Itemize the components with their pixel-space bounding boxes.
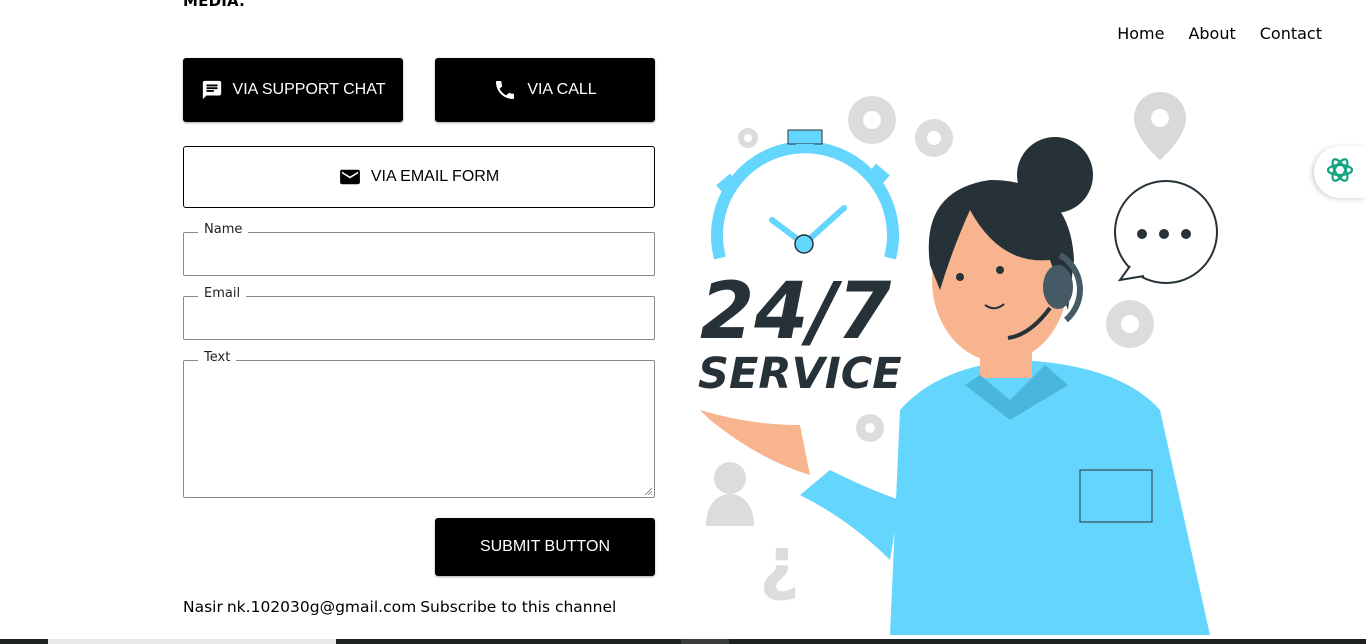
nav-about[interactable]: About — [1188, 24, 1235, 43]
top-nav: Home About Contact — [1117, 24, 1322, 43]
nav-contact[interactable]: Contact — [1260, 24, 1322, 43]
footer-email[interactable]: nk.102030g@gmail.com — [227, 598, 416, 616]
footer-name: Nasir — [183, 598, 223, 616]
support-illustration: 24/7 SERVICE ? — [698, 92, 1218, 635]
resize-grip-icon[interactable] — [644, 487, 652, 495]
phone-icon — [493, 78, 517, 102]
support-chat-label: VIA SUPPORT CHAT — [232, 81, 386, 98]
text-label: Text — [198, 350, 237, 365]
submit-label: SUBMIT BUTTON — [479, 538, 611, 555]
email-input[interactable] — [184, 297, 654, 339]
stopwatch-icon — [711, 129, 899, 260]
assistant-widget-button[interactable] — [1314, 146, 1366, 198]
text-input[interactable] — [184, 361, 654, 497]
top-heading-fragment: MEDIA. — [183, 0, 245, 10]
mail-icon — [339, 168, 361, 186]
user-silhouette-icon — [706, 462, 754, 526]
text-field: Text — [183, 350, 655, 498]
bottom-taskbar-strip — [0, 639, 1366, 644]
chat-icon — [201, 79, 223, 101]
name-field: Name — [183, 222, 655, 276]
footer-line: Nasir nk.102030g@gmail.com Subscribe to th… — [183, 598, 620, 616]
call-button[interactable]: VIA CALL — [435, 58, 655, 122]
nav-home[interactable]: Home — [1117, 24, 1164, 43]
name-input[interactable] — [184, 233, 654, 275]
name-label: Name — [198, 222, 249, 237]
openai-logo-icon — [1324, 154, 1356, 190]
chat-bubble-icon — [1114, 180, 1218, 284]
call-label: VIA CALL — [527, 81, 597, 98]
support-chat-button[interactable]: VIA SUPPORT CHAT — [183, 58, 403, 122]
email-label: Email — [198, 286, 247, 301]
big-247-text: 24/7 — [700, 267, 892, 357]
email-form-label: VIA EMAIL FORM — [370, 168, 500, 185]
submit-button[interactable]: SUBMIT BUTTON — [435, 518, 655, 576]
question-mark-icon: ? — [759, 531, 800, 613]
footer-subscribe[interactable]: Subscribe to this channel — [420, 598, 616, 616]
email-field: Email — [183, 286, 655, 340]
service-text: SERVICE — [698, 349, 902, 399]
email-form-button[interactable]: VIA EMAIL FORM — [183, 146, 655, 208]
